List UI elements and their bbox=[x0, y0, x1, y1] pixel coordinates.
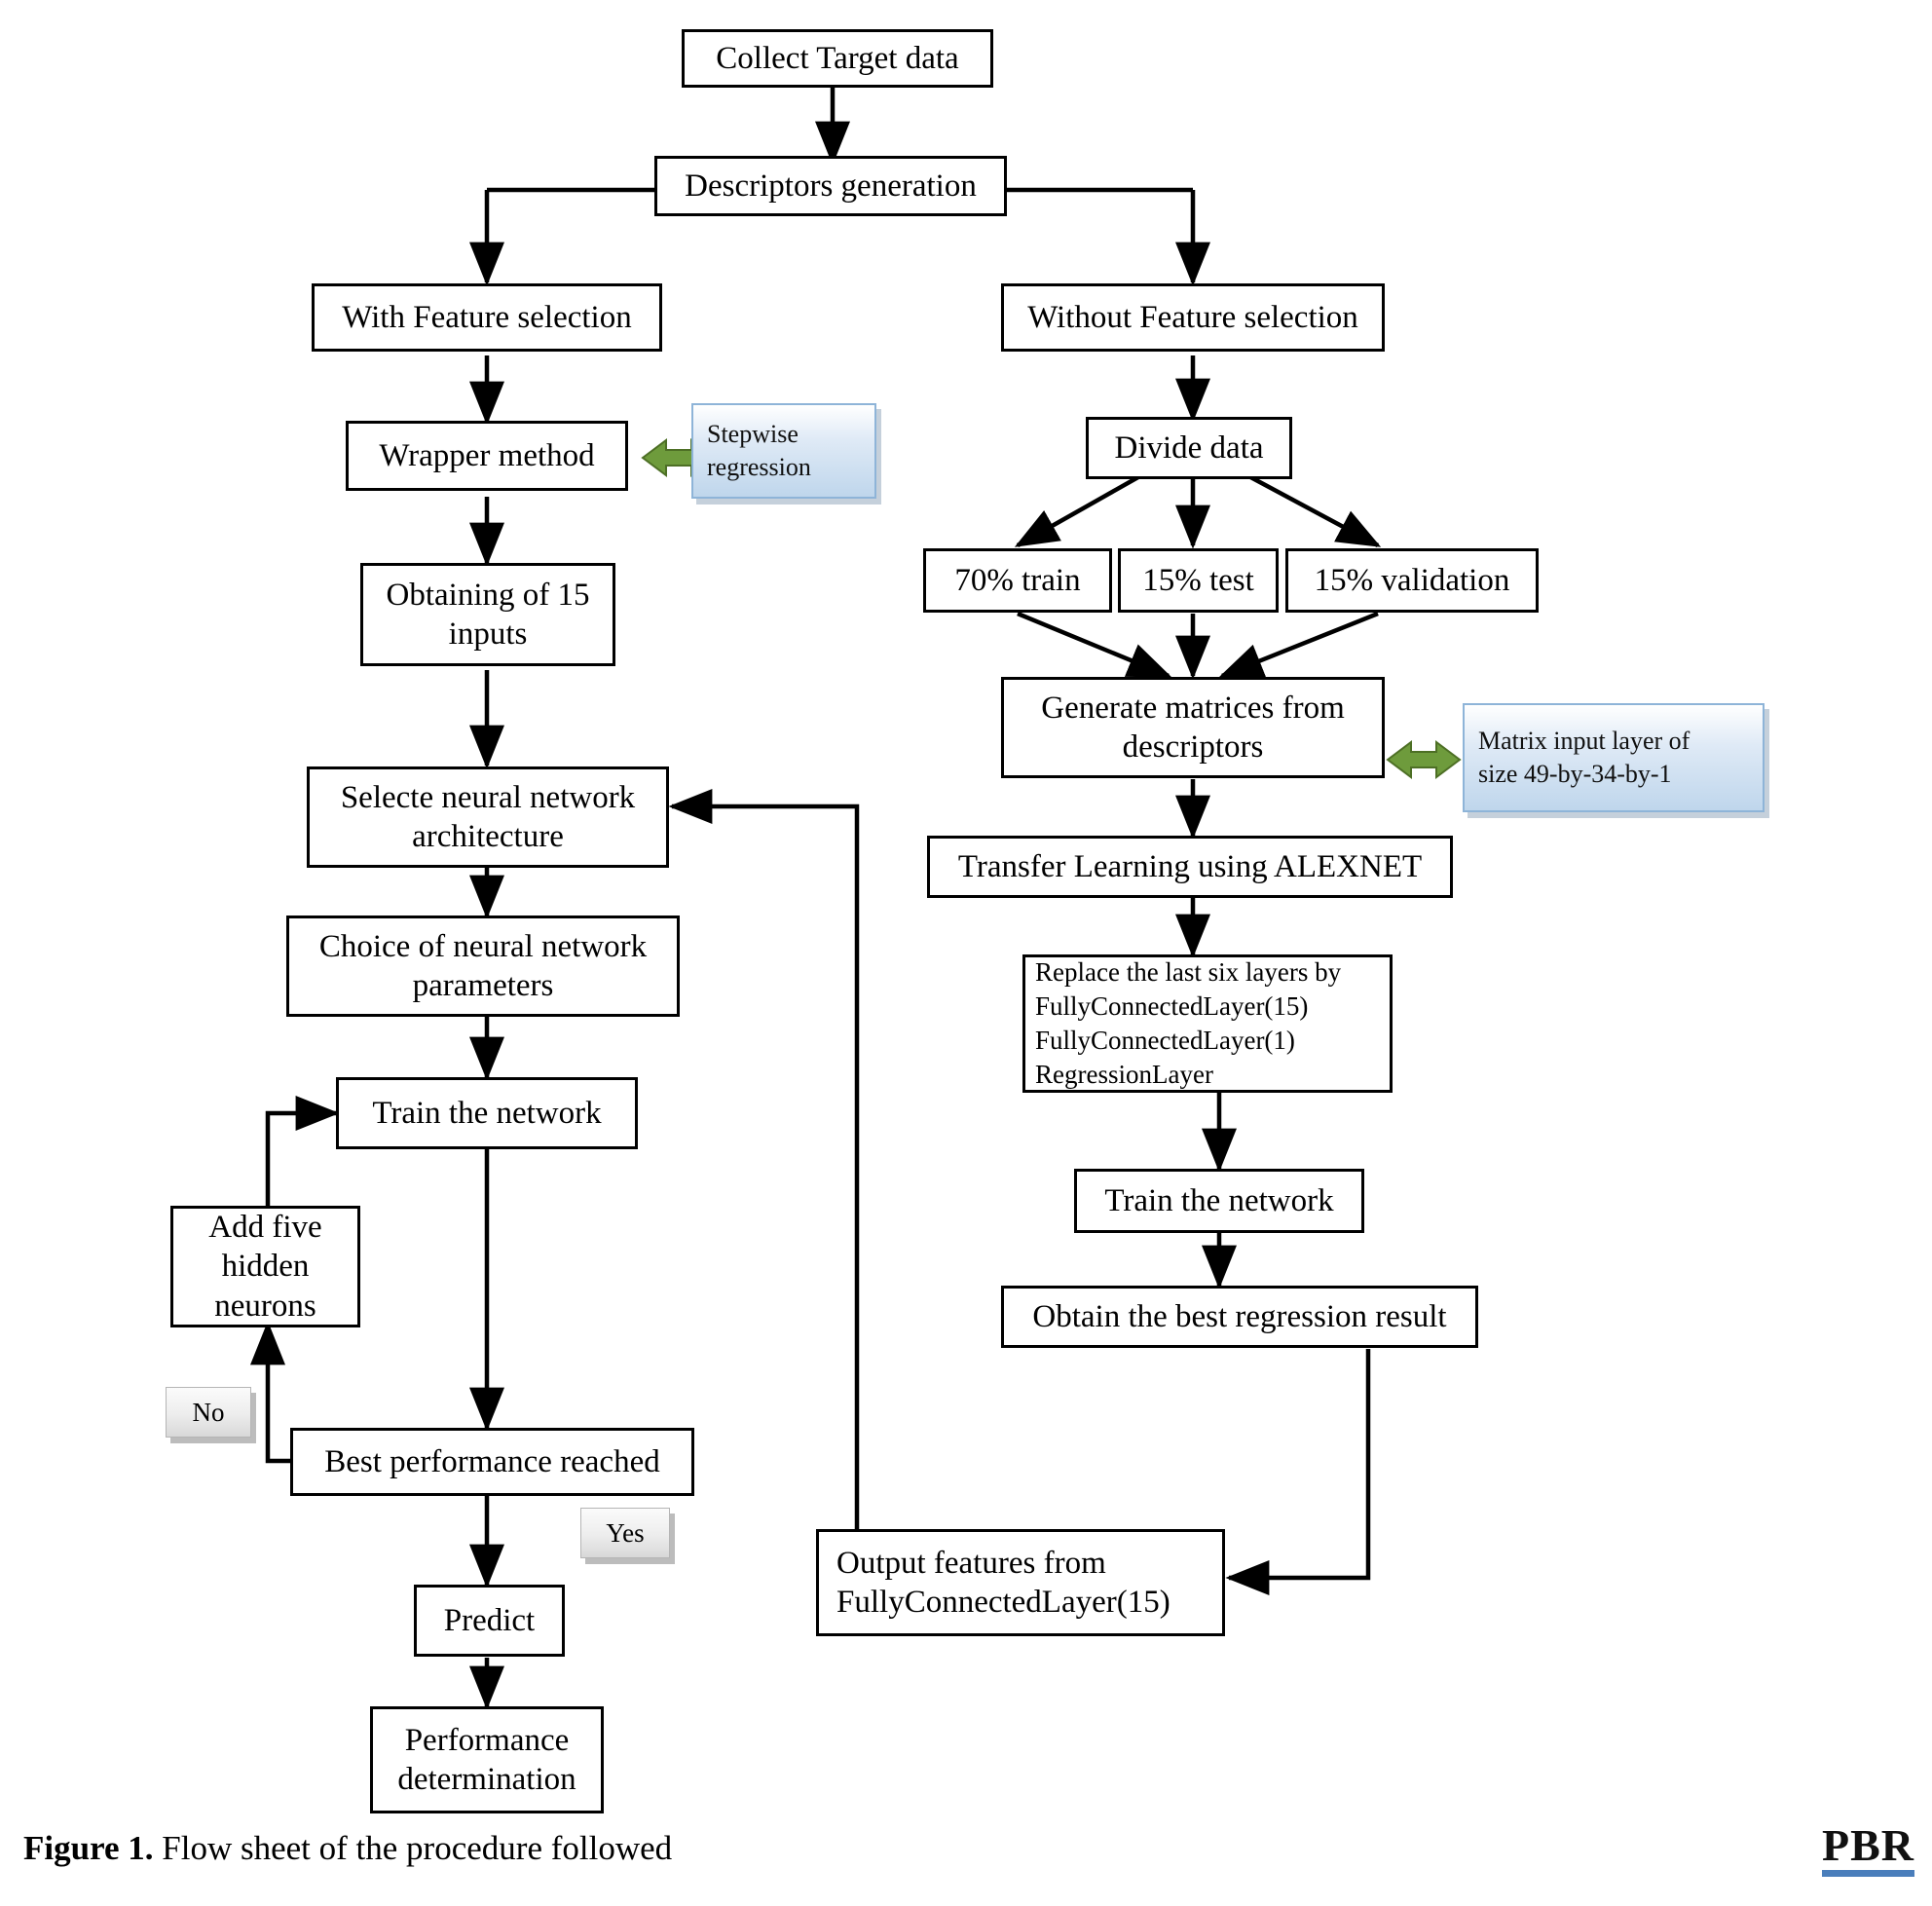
node-divide-data[interactable]: Divide data bbox=[1086, 417, 1292, 479]
edge-best-to-add-neurons bbox=[250, 1321, 292, 1464]
edge-train-split-to-generate bbox=[1017, 611, 1172, 679]
matrix-input-line-2: size 49-by-34-by-1 bbox=[1478, 760, 1672, 788]
replace-layers-line-1: Replace the last six layers by bbox=[1035, 956, 1342, 987]
pbr-logo-bar bbox=[1822, 1870, 1914, 1877]
node-label: Add five hidden neurons bbox=[208, 1210, 322, 1324]
replace-layers-line-2: FullyConnectedLayer(15) bbox=[1035, 990, 1309, 1021]
matrix-input-link-arrow bbox=[1386, 740, 1462, 779]
node-obtaining-15-inputs[interactable]: Obtaining of 15 inputs bbox=[360, 563, 615, 666]
stepwise-line-2: regression bbox=[707, 453, 811, 481]
node-label: Train the network bbox=[372, 1095, 602, 1131]
node-label: Without Feature selection bbox=[1027, 299, 1358, 335]
node-70-percent-train[interactable]: 70% train bbox=[923, 548, 1112, 613]
node-label: Obtaining of 15 inputs bbox=[386, 577, 590, 652]
node-with-feature-selection[interactable]: With Feature selection bbox=[312, 283, 662, 352]
node-descriptors-generation[interactable]: Descriptors generation bbox=[654, 156, 1007, 216]
pbr-logo: PBR bbox=[1822, 1823, 1914, 1877]
callout-matrix-input-layer[interactable]: Matrix input layer of size 49-by-34-by-1 bbox=[1463, 703, 1765, 812]
node-label: Selecte neural network architecture bbox=[340, 779, 636, 854]
node-output-features[interactable]: Output features from FullyConnectedLayer… bbox=[816, 1529, 1225, 1636]
decision-label-no: No bbox=[166, 1387, 251, 1438]
node-without-feature-selection[interactable]: Without Feature selection bbox=[1001, 283, 1385, 352]
figure-caption-text: Flow sheet of the procedure followed bbox=[153, 1829, 673, 1867]
node-15-percent-validation[interactable]: 15% validation bbox=[1285, 548, 1539, 613]
node-wrapper-method[interactable]: Wrapper method bbox=[346, 421, 628, 491]
tag-text: Yes bbox=[606, 1517, 645, 1548]
figure-caption: Figure 1. Flow sheet of the procedure fo… bbox=[23, 1829, 672, 1868]
node-label: Obtain the best regression result bbox=[1032, 1298, 1447, 1334]
replace-layers-line-3: FullyConnectedLayer(1) bbox=[1035, 1026, 1295, 1055]
node-select-architecture[interactable]: Selecte neural network architecture bbox=[307, 766, 669, 868]
stepwise-line-1: Stepwise bbox=[707, 419, 799, 448]
node-best-performance-reached[interactable]: Best performance reached bbox=[290, 1428, 694, 1496]
edge-add-neurons-to-train bbox=[265, 1096, 340, 1208]
output-features-line-2: FullyConnectedLayer(15) bbox=[836, 1585, 1170, 1620]
edge-output-to-architecture bbox=[668, 789, 860, 1529]
node-replace-layers[interactable]: Replace the last six layers by FullyConn… bbox=[1022, 954, 1393, 1093]
node-label: Transfer Learning using ALEXNET bbox=[957, 848, 1423, 884]
tag-text: No bbox=[192, 1397, 225, 1427]
node-label: Generate matrices from descriptors bbox=[1041, 690, 1345, 765]
node-label: Predict bbox=[443, 1602, 536, 1638]
node-label: Wrapper method bbox=[379, 437, 595, 473]
node-label: Collect Target data bbox=[716, 40, 959, 76]
node-label: Choice of neural network parameters bbox=[318, 928, 648, 1003]
node-label: 70% train bbox=[954, 562, 1081, 598]
node-label: Train the network bbox=[1104, 1182, 1334, 1218]
flowchart-canvas: Collect Target data Descriptors generati… bbox=[0, 0, 1932, 1906]
edge-regression-to-output bbox=[1225, 1349, 1371, 1595]
node-performance-determination[interactable]: Performance determination bbox=[370, 1706, 604, 1813]
node-15-percent-test[interactable]: 15% test bbox=[1118, 548, 1279, 613]
node-label: 15% test bbox=[1142, 562, 1254, 598]
replace-layers-line-4: RegressionLayer bbox=[1035, 1060, 1213, 1090]
node-label: Performance determination bbox=[397, 1722, 576, 1797]
node-train-network-right[interactable]: Train the network bbox=[1074, 1169, 1364, 1233]
decision-label-yes: Yes bbox=[580, 1508, 670, 1558]
node-label: Descriptors generation bbox=[685, 168, 977, 204]
node-transfer-learning[interactable]: Transfer Learning using ALEXNET bbox=[927, 836, 1453, 898]
node-train-network-left[interactable]: Train the network bbox=[336, 1077, 638, 1149]
node-generate-matrices[interactable]: Generate matrices from descriptors bbox=[1001, 677, 1385, 778]
output-features-line-1: Output features from bbox=[836, 1545, 1106, 1581]
node-collect-target-data[interactable]: Collect Target data bbox=[682, 29, 993, 88]
node-add-hidden-neurons[interactable]: Add five hidden neurons bbox=[170, 1206, 360, 1327]
node-label: With Feature selection bbox=[342, 299, 632, 335]
figure-label: Figure 1. bbox=[23, 1829, 154, 1867]
node-label: 15% validation bbox=[1314, 562, 1510, 598]
node-choice-parameters[interactable]: Choice of neural network parameters bbox=[286, 916, 680, 1017]
callout-stepwise-regression[interactable]: Stepwise regression bbox=[691, 403, 876, 499]
node-predict[interactable]: Predict bbox=[414, 1585, 565, 1657]
node-label: Best performance reached bbox=[324, 1443, 660, 1479]
node-label: Divide data bbox=[1114, 430, 1264, 466]
edge-validation-split-to-generate bbox=[1218, 611, 1379, 679]
matrix-input-line-1: Matrix input layer of bbox=[1478, 726, 1690, 755]
pbr-logo-text: PBR bbox=[1822, 1820, 1914, 1870]
node-best-regression-result[interactable]: Obtain the best regression result bbox=[1001, 1286, 1478, 1348]
